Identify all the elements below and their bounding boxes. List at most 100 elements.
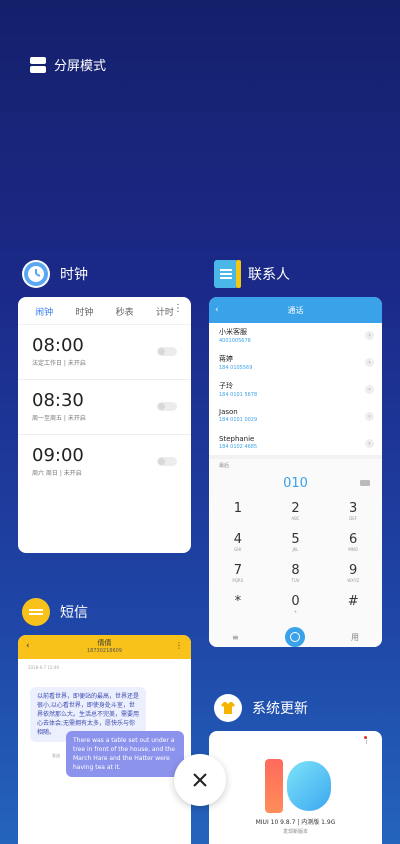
dial-key[interactable]: 6 MNO xyxy=(324,532,382,559)
key-digit: 9 xyxy=(349,563,358,578)
update-version: MIUI 10 9.8.7 | 内测版 1.9G xyxy=(255,819,336,826)
alarm-toggle[interactable] xyxy=(157,402,177,411)
clock-tabs: 闹钟 时钟 秒表 计时 ⋮ xyxy=(18,297,191,325)
message-status: 发送 xyxy=(52,753,60,758)
tab-clock[interactable]: 时钟 xyxy=(75,305,93,318)
clock-app-card[interactable]: 闹钟 时钟 秒表 计时 ⋮ 08:00 法定工作日 | 未开启 08:30 周一… xyxy=(18,297,191,553)
key-letters: + xyxy=(293,609,298,614)
more-menu-icon[interactable]: ⋮ xyxy=(173,303,183,314)
message-title-bar: ‹ 倩倩 18730218609 ⋮ xyxy=(18,635,191,659)
menu-icon[interactable]: ≡ xyxy=(232,633,239,642)
close-icon xyxy=(193,773,207,787)
chat-bubble-icon xyxy=(22,598,50,626)
contact-name: 蒋婷 xyxy=(219,355,233,363)
key-digit: 7 xyxy=(233,563,242,578)
call-button[interactable] xyxy=(284,627,305,647)
key-letters: ABC xyxy=(291,516,300,521)
keypad: 1 2 ABC 3 DEF 4 GHI 5 JKL 6 MNO 7 PQRS 8 TUV 9W… xyxy=(209,491,382,621)
contact-item[interactable]: 小米客服 4001005678 › xyxy=(209,323,382,350)
alarm-toggle[interactable] xyxy=(157,347,177,356)
split-screen-icon xyxy=(30,56,46,73)
key-letters: TUV xyxy=(291,578,300,583)
more-menu-icon[interactable]: ⋮ xyxy=(175,641,183,650)
chevron-right-icon[interactable]: › xyxy=(365,358,374,367)
contact-name: 子玲 xyxy=(219,382,233,390)
contact-item[interactable]: Jason 184 0101 0029 › xyxy=(209,404,382,431)
dial-key[interactable]: 5 JKL xyxy=(267,532,325,559)
dial-key[interactable]: 0 + xyxy=(267,594,325,621)
alarm-row[interactable]: 08:30 周一至周五 | 未开启 xyxy=(18,380,191,435)
contact-number: 4001005678 xyxy=(219,338,251,344)
update-subtitle: 发现新版本 xyxy=(282,829,308,835)
clock-app-name: 时钟 xyxy=(60,267,88,283)
alarm-toggle[interactable] xyxy=(157,457,177,466)
key-letters: PQRS xyxy=(232,578,244,583)
contact-item[interactable]: 蒋婷 184 0105569 › xyxy=(209,350,382,377)
key-letters: MNO xyxy=(348,547,358,552)
split-screen-mode-button[interactable]: 分屏模式 xyxy=(30,55,106,74)
dial-key[interactable]: 9 WXYZ xyxy=(324,563,382,590)
key-digit: 0 xyxy=(291,594,300,609)
dial-key[interactable]: 8 TUV xyxy=(267,563,325,590)
back-icon[interactable]: ‹ xyxy=(215,305,219,315)
alarm-time: 08:30 xyxy=(32,390,84,411)
alarm-row[interactable]: 09:00 周六 周日 | 未开启 xyxy=(18,435,191,490)
messages-app-card[interactable]: ‹ 倩倩 18730218609 ⋮ 2018-6-7 15:49 以前看世界，… xyxy=(18,635,191,844)
contacts-title-bar: ‹ 通话 xyxy=(209,297,382,323)
system-update-app-card[interactable]: ⋮ MIUI 10 9.8.7 | 内测版 1.9G 发现新版本 xyxy=(209,731,382,844)
contacts-tab-icon[interactable]: 用 xyxy=(351,632,359,643)
alarm-time: 08:00 xyxy=(32,335,84,356)
dial-key[interactable]: # xyxy=(324,594,382,621)
close-all-button[interactable] xyxy=(174,754,226,806)
message-date: 2018-6-7 15:49 xyxy=(28,665,59,670)
messages-app-header: 短信 xyxy=(22,598,88,626)
alarm-desc: 法定工作日 | 未开启 xyxy=(32,360,86,367)
contact-name: 小米客服 xyxy=(219,328,247,336)
dial-key[interactable]: 2 ABC xyxy=(267,501,325,528)
alarm-desc: 周一至周五 | 未开启 xyxy=(32,415,86,422)
key-letters: WXYZ xyxy=(347,578,360,583)
alarm-row[interactable]: 08:00 法定工作日 | 未开启 xyxy=(18,325,191,380)
dial-key[interactable]: 1 xyxy=(209,501,267,528)
contact-number: 184 0101 5678 xyxy=(219,392,258,398)
key-letters: DEF xyxy=(349,516,358,521)
key-digit: 6 xyxy=(349,532,358,547)
chevron-right-icon[interactable]: › xyxy=(365,412,374,421)
chevron-right-icon[interactable]: › xyxy=(365,331,374,340)
tab-alarm[interactable]: 闹钟 xyxy=(35,305,53,318)
contact-item[interactable]: Stephanie 184 0102 4685 › xyxy=(209,431,382,458)
contact-item[interactable]: 子玲 184 0101 5678 › xyxy=(209,377,382,404)
chevron-right-icon[interactable]: › xyxy=(365,385,374,394)
contacts-app-card[interactable]: ‹ 通话 小米客服 4001005678 › 蒋婷 184 0105569 › … xyxy=(209,297,382,647)
more-menu-icon[interactable]: ⋮ xyxy=(363,737,370,745)
alarm-desc: 周六 周日 | 未开启 xyxy=(32,470,82,477)
conversation-phone: 18730218609 xyxy=(87,648,122,654)
backspace-icon[interactable] xyxy=(360,480,370,486)
key-digit: 8 xyxy=(291,563,300,578)
messages-app-name: 短信 xyxy=(60,605,88,621)
clock-icon xyxy=(22,260,50,288)
contact-name: Jason xyxy=(219,408,238,416)
split-screen-label: 分屏模式 xyxy=(54,59,107,74)
tab-timer[interactable]: 计时 xyxy=(156,305,174,318)
key-digit: 1 xyxy=(233,501,242,516)
dial-key[interactable]: 3 DEF xyxy=(324,501,382,528)
dial-key[interactable]: 4 GHI xyxy=(209,532,267,559)
chevron-right-icon[interactable]: › xyxy=(365,439,374,448)
dial-key[interactable]: * xyxy=(209,594,267,621)
dial-key[interactable]: 7 PQRS xyxy=(209,563,267,590)
contact-name: Stephanie xyxy=(219,435,255,443)
contacts-bar-title: 通话 xyxy=(287,305,304,315)
dial-number: 010 xyxy=(283,476,308,491)
dial-label: 最后 xyxy=(219,463,230,469)
clock-app-header: 时钟 xyxy=(22,260,88,288)
dial-bottom-bar: ≡ 用 xyxy=(209,621,382,647)
key-digit: 5 xyxy=(291,532,300,547)
key-letters: JKL xyxy=(292,547,299,552)
key-digit: 4 xyxy=(233,532,242,547)
conversation-title: 倩倩 xyxy=(97,639,112,647)
back-icon[interactable]: ‹ xyxy=(26,641,30,651)
tab-stopwatch[interactable]: 秒表 xyxy=(116,305,134,318)
miui-10-logo xyxy=(265,759,331,813)
outgoing-message-bubble: There was a table set out under a tree i… xyxy=(66,731,184,777)
